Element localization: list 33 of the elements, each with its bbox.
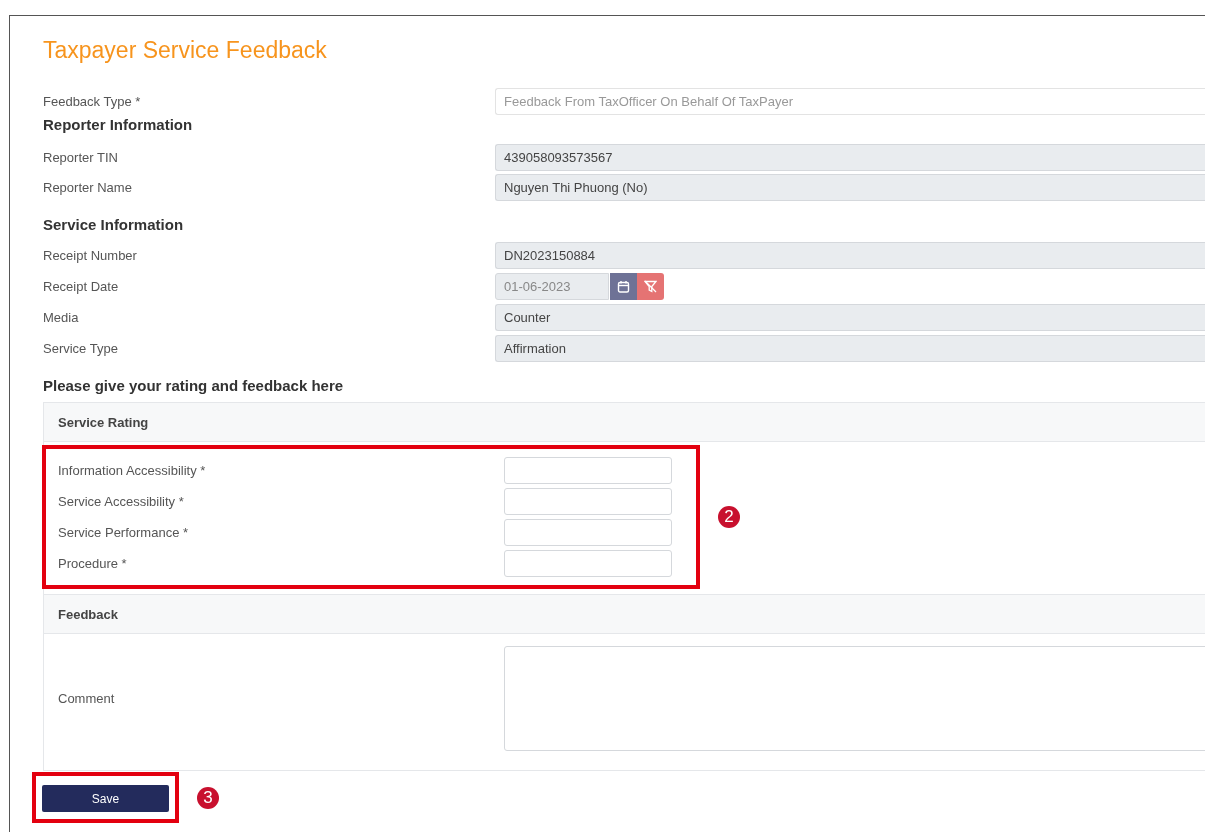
page-title: Taxpayer Service Feedback <box>43 36 327 65</box>
field-label: Service Type <box>43 341 119 356</box>
field-label: Receipt Number <box>43 248 138 263</box>
panel-title: Feedback <box>58 606 118 622</box>
panel-title: Service Rating <box>58 414 149 430</box>
section-heading: Reporter Information <box>43 115 193 135</box>
field-label: Reporter Name <box>43 180 133 195</box>
section-heading: Service Information <box>43 215 184 235</box>
field-label: Media <box>43 310 80 325</box>
clear-filter-icon[interactable] <box>637 273 664 300</box>
rating-input[interactable] <box>504 457 672 484</box>
comment-field[interactable] <box>504 646 1205 751</box>
calendar-icon[interactable] <box>610 273 637 300</box>
readonly-field[interactable]: DN2023150884 <box>495 242 1205 269</box>
readonly-field[interactable]: Affirmation <box>495 335 1205 362</box>
field-label: Reporter TIN <box>43 150 119 165</box>
step-badge: 3 <box>197 786 219 809</box>
readonly-field[interactable]: Counter <box>495 304 1205 331</box>
save-button[interactable]: Save <box>42 785 169 812</box>
field-label: Receipt Date <box>43 279 120 294</box>
rating-input[interactable] <box>504 550 672 577</box>
section-heading: Please give your rating and feedback here <box>43 376 344 396</box>
field-label: Service Accessibility * <box>58 494 185 509</box>
rating-input[interactable] <box>504 519 672 546</box>
readonly-field[interactable]: Nguyen Thi Phuong (No) <box>495 174 1205 201</box>
step-badge: 2 <box>718 506 740 528</box>
readonly-field[interactable]: 439058093573567 <box>495 144 1205 171</box>
field-label: Feedback Type * <box>43 94 142 109</box>
field-label: Service Performance * <box>58 525 190 540</box>
field-label: Procedure * <box>58 556 128 571</box>
rating-input[interactable] <box>504 488 672 515</box>
field-label: Information Accessibility * <box>58 463 207 478</box>
field-label: Comment <box>58 691 116 706</box>
